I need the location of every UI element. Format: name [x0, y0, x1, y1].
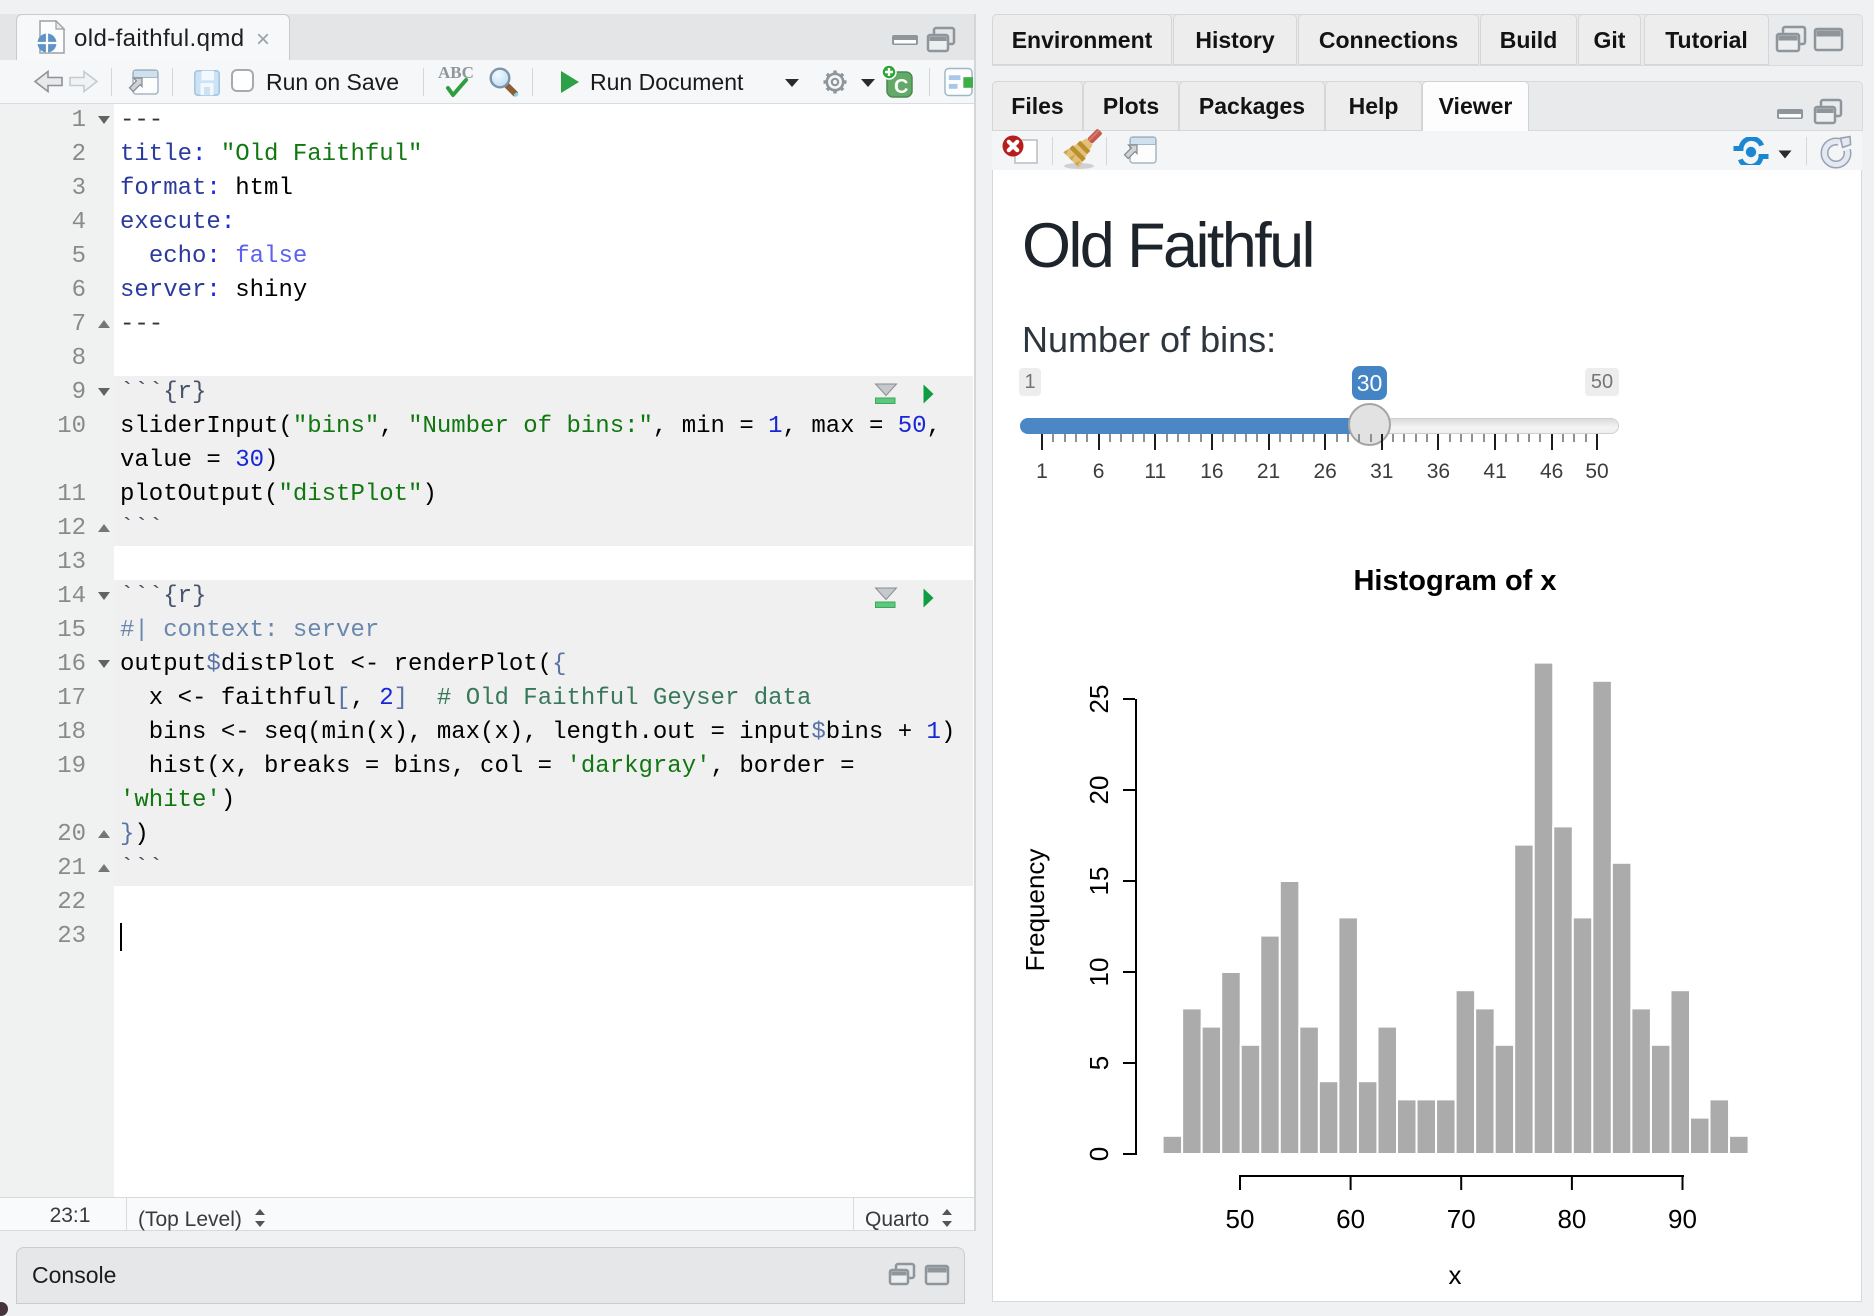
- svg-text:80: 80: [1557, 1204, 1586, 1234]
- svg-text:C: C: [894, 76, 908, 98]
- svg-text:Frequency: Frequency: [1020, 849, 1050, 972]
- svg-text:50: 50: [1226, 1204, 1255, 1234]
- svg-text:5: 5: [1084, 1056, 1114, 1070]
- svg-text:90: 90: [1668, 1204, 1697, 1234]
- svg-text:20: 20: [1084, 776, 1114, 805]
- svg-text:ABC: ABC: [438, 64, 474, 82]
- svg-text:70: 70: [1447, 1204, 1476, 1234]
- svg-text:25: 25: [1084, 685, 1114, 714]
- svg-text:15: 15: [1084, 867, 1114, 896]
- svg-text:0: 0: [1084, 1147, 1114, 1161]
- svg-text:x: x: [1449, 1260, 1462, 1290]
- svg-text:10: 10: [1084, 958, 1114, 987]
- svg-text:60: 60: [1336, 1204, 1365, 1234]
- svg-text:Histogram of x: Histogram of x: [1353, 565, 1556, 597]
